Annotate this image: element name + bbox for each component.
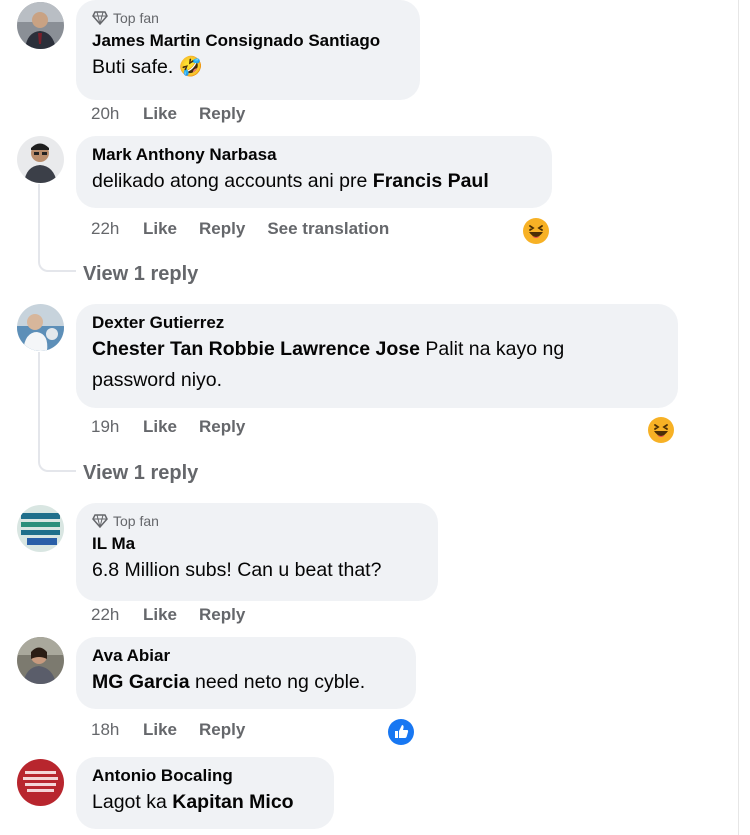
- diamond-icon: [92, 514, 108, 528]
- avatar[interactable]: [17, 304, 64, 351]
- haha-icon[interactable]: [646, 415, 676, 445]
- reply-button[interactable]: Reply: [199, 720, 245, 740]
- like-button[interactable]: Like: [143, 720, 177, 740]
- comment-bubble: Mark Anthony Narbasa delikado atong acco…: [76, 136, 552, 208]
- comment-actions: 18h Like Reply: [91, 720, 267, 740]
- see-translation-button[interactable]: See translation: [267, 219, 389, 239]
- reply-button[interactable]: Reply: [199, 605, 245, 625]
- comment-author[interactable]: IL Ma: [92, 533, 422, 555]
- avatar[interactable]: [17, 637, 64, 684]
- top-fan-badge[interactable]: Top fan: [92, 511, 422, 531]
- comment-author[interactable]: Dexter Gutierrez: [92, 312, 662, 334]
- comment-bubble: Top fan James Martin Consignado Santiago…: [76, 0, 420, 100]
- emoji-icon: 🤣: [178, 56, 203, 78]
- scrollbar[interactable]: [738, 0, 750, 835]
- comment-author[interactable]: Ava Abiar: [92, 645, 400, 667]
- comment-actions: 22h Like Reply See translation: [91, 219, 411, 239]
- comment-text-line: password niyo.: [92, 369, 223, 391]
- reply-button[interactable]: Reply: [199, 417, 245, 437]
- comment-feed: Top fan James Martin Consignado Santiago…: [0, 0, 735, 835]
- diamond-icon: [92, 11, 108, 25]
- comment-bubble: Top fan IL Ma 6.8 Million subs! Can u be…: [76, 503, 438, 601]
- comment-timestamp[interactable]: 20h: [91, 104, 143, 124]
- view-replies-button[interactable]: View 1 reply: [83, 263, 198, 286]
- avatar[interactable]: [17, 759, 64, 806]
- badge-label: Top fan: [113, 513, 159, 529]
- comment-timestamp[interactable]: 18h: [91, 720, 143, 740]
- like-icon[interactable]: [386, 717, 416, 747]
- avatar[interactable]: [17, 136, 64, 183]
- thread-connector: [38, 352, 76, 472]
- mention-link[interactable]: Francis Paul: [373, 170, 489, 192]
- comment-actions: 20h Like Reply: [91, 104, 267, 124]
- comment-text: delikado atong accounts ani pre Francis …: [92, 170, 489, 192]
- comment-bubble: Dexter Gutierrez Chester Tan Robbie Lawr…: [76, 304, 678, 408]
- mention-link[interactable]: Chester Tan Robbie Lawrence Jose: [92, 338, 420, 360]
- reply-button[interactable]: Reply: [199, 219, 245, 239]
- comment-text: 6.8 Million subs! Can u beat that?: [92, 559, 382, 581]
- comment-author[interactable]: Mark Anthony Narbasa: [92, 144, 536, 166]
- mention-link[interactable]: Kapitan Mico: [172, 791, 293, 813]
- mention-link[interactable]: MG Garcia: [92, 671, 190, 693]
- comment-text: MG Garcia need neto ng cyble.: [92, 671, 366, 693]
- view-replies-button[interactable]: View 1 reply: [83, 462, 198, 485]
- comment-bubble: Antonio Bocaling Lagot ka Kapitan Mico: [76, 757, 334, 829]
- comment-timestamp[interactable]: 22h: [91, 605, 143, 625]
- badge-label: Top fan: [113, 10, 159, 26]
- avatar[interactable]: [17, 505, 64, 552]
- comment-actions: 22h Like Reply: [91, 605, 267, 625]
- comment-text: Buti safe. 🤣: [92, 56, 203, 78]
- like-button[interactable]: Like: [143, 104, 177, 124]
- comment-text: Lagot ka Kapitan Mico: [92, 791, 294, 813]
- like-button[interactable]: Like: [143, 605, 177, 625]
- comment-author[interactable]: James Martin Consignado Santiago: [92, 30, 404, 52]
- avatar[interactable]: [17, 2, 64, 49]
- top-fan-badge[interactable]: Top fan: [92, 8, 404, 28]
- like-button[interactable]: Like: [143, 417, 177, 437]
- haha-icon[interactable]: [521, 216, 551, 246]
- comment-bubble: Ava Abiar MG Garcia need neto ng cyble.: [76, 637, 416, 709]
- comment-text: Chester Tan Robbie Lawrence Jose Palit n…: [92, 338, 565, 360]
- comment-author[interactable]: Antonio Bocaling: [92, 765, 318, 787]
- reply-button[interactable]: Reply: [199, 104, 245, 124]
- like-button[interactable]: Like: [143, 219, 177, 239]
- comment-actions: 19h Like Reply: [91, 417, 267, 437]
- comment-timestamp[interactable]: 19h: [91, 417, 143, 437]
- comment-timestamp[interactable]: 22h: [91, 219, 143, 239]
- thread-connector: [38, 184, 76, 272]
